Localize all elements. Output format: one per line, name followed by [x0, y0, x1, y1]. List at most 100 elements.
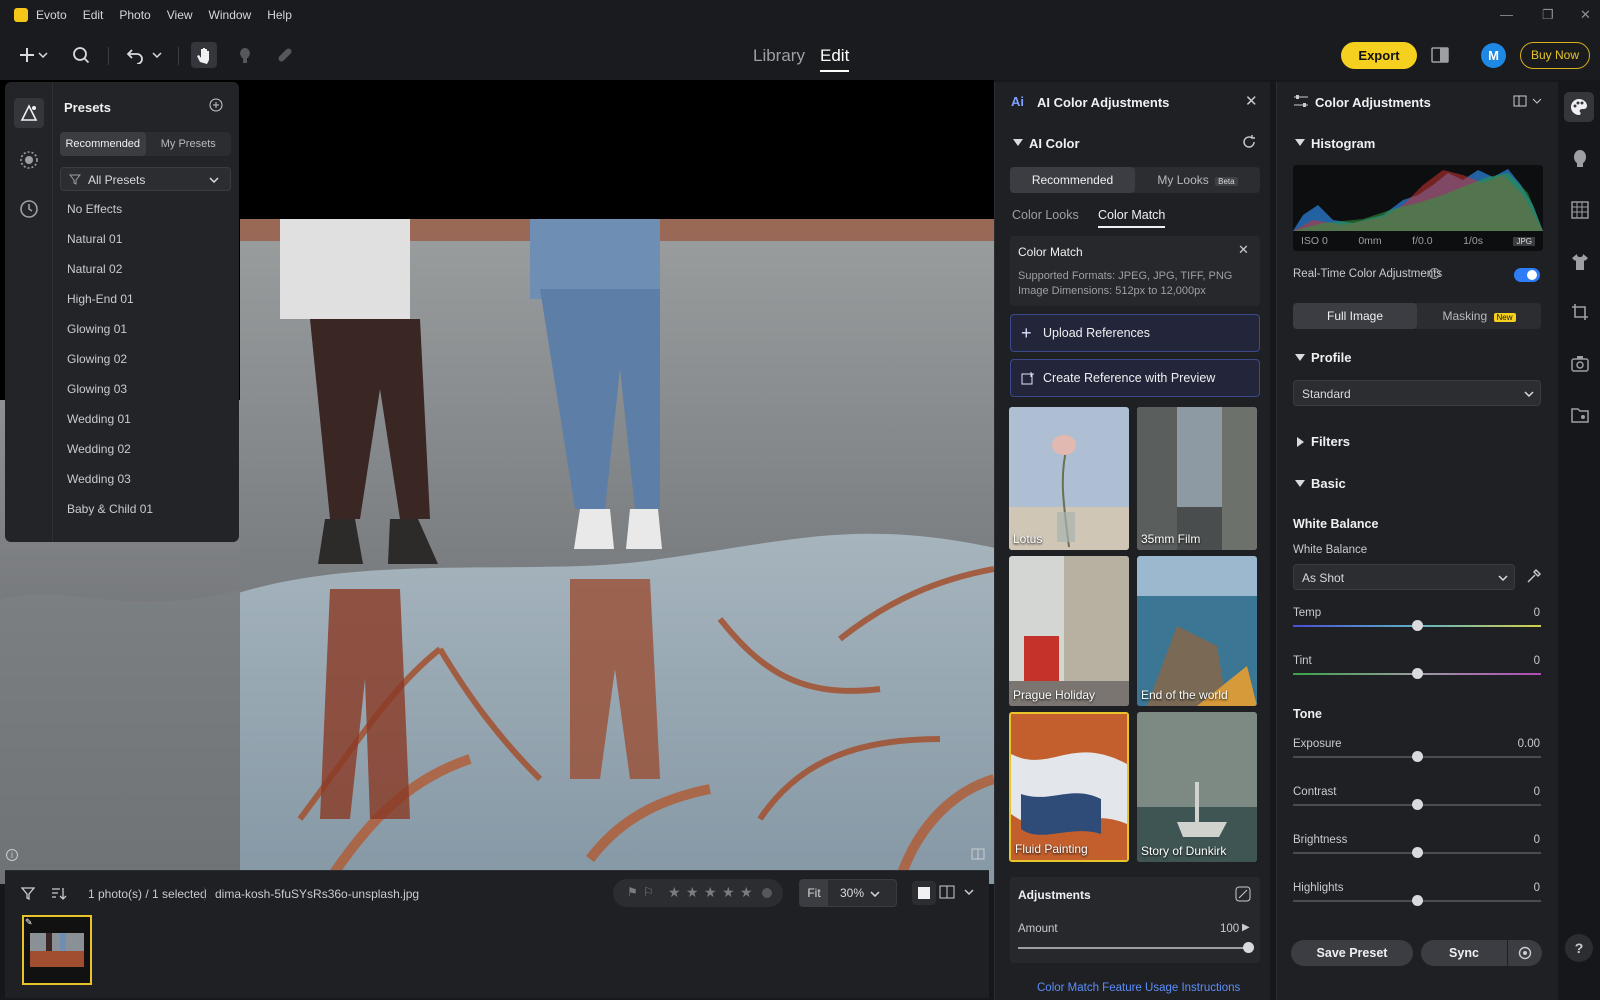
clothing-icon[interactable]	[1571, 253, 1589, 271]
edit-adjustments-icon[interactable]	[1235, 886, 1251, 902]
presets-tab-icon[interactable]	[14, 98, 44, 128]
look-thumb-end-of-the-world[interactable]: End of the world	[1137, 556, 1257, 706]
add-preset-icon[interactable]	[209, 98, 223, 112]
close-window-icon[interactable]: ✕	[1580, 7, 1591, 23]
slider-track[interactable]	[1293, 751, 1541, 762]
face-retouch-icon[interactable]	[1571, 149, 1589, 167]
tab-recommended-presets[interactable]: Recommended	[60, 132, 146, 156]
slider-track[interactable]	[1293, 620, 1541, 631]
info-icon[interactable]: i	[6, 849, 18, 861]
undo-icon[interactable]	[122, 42, 148, 68]
effects-tab-icon[interactable]	[14, 145, 44, 175]
menu-help[interactable]: Help	[267, 8, 292, 22]
slider-knob[interactable]	[1412, 895, 1423, 906]
camera-icon[interactable]	[1571, 355, 1589, 373]
slider-knob[interactable]	[1412, 751, 1423, 762]
zoom-value[interactable]: 30%	[840, 886, 864, 900]
look-thumb-lotus[interactable]: Lotus	[1009, 407, 1129, 550]
star-icon[interactable]: ★	[722, 884, 735, 901]
close-info-icon[interactable]: ✕	[1238, 242, 1249, 258]
eyedropper-icon[interactable]	[1525, 569, 1541, 585]
view-mode-chevron-icon[interactable]	[964, 889, 974, 895]
amount-slider[interactable]	[1018, 942, 1254, 953]
filters-caret-icon[interactable]	[1297, 437, 1304, 447]
tab-my-looks[interactable]: My Looks Beta	[1135, 167, 1260, 193]
panel-layout-icon[interactable]	[1513, 95, 1543, 107]
preset-item[interactable]: Glowing 02	[67, 352, 127, 366]
close-icon[interactable]: ✕	[1245, 92, 1258, 110]
help-button[interactable]: ?	[1565, 934, 1593, 962]
look-thumb-story-of-dunkirk[interactable]: Story of Dunkirk	[1137, 712, 1257, 862]
slider-knob[interactable]	[1412, 847, 1423, 858]
preset-item[interactable]: Wedding 01	[67, 412, 131, 426]
brush-tool-icon[interactable]	[232, 42, 258, 68]
sort-icon[interactable]	[51, 887, 67, 900]
tab-recommended-looks[interactable]: Recommended	[1010, 167, 1135, 193]
avatar[interactable]: M	[1481, 43, 1506, 68]
save-preset-button[interactable]: Save Preset	[1291, 940, 1413, 966]
background-icon[interactable]	[1571, 201, 1589, 219]
tab-masking[interactable]: Masking New	[1417, 303, 1541, 329]
reset-icon[interactable]	[1241, 134, 1257, 150]
slider-knob[interactable]	[1412, 668, 1423, 679]
preset-item[interactable]: Natural 01	[67, 232, 122, 246]
maximize-icon[interactable]: ❐	[1542, 7, 1554, 23]
star-icon[interactable]: ★	[740, 884, 753, 901]
single-view-button[interactable]	[912, 881, 936, 905]
undo-history-chevron-icon[interactable]	[150, 42, 164, 68]
fit-button[interactable]: Fit	[800, 880, 828, 906]
slider-track[interactable]	[1293, 799, 1541, 810]
menu-window[interactable]: Window	[209, 8, 252, 22]
slider-track[interactable]	[1293, 895, 1541, 906]
basic-caret-icon[interactable]	[1295, 480, 1305, 487]
preset-item[interactable]: High-End 01	[67, 292, 134, 306]
split-view-icon[interactable]	[971, 848, 985, 860]
color-label-icon[interactable]	[762, 888, 772, 898]
preset-item[interactable]: Wedding 02	[67, 442, 131, 456]
slider-track[interactable]	[1293, 847, 1541, 858]
chevron-down-icon[interactable]	[870, 891, 880, 897]
help-icon[interactable]: ?	[1429, 268, 1440, 279]
upload-references-button[interactable]: + Upload References	[1010, 314, 1260, 352]
realtime-toggle[interactable]	[1514, 268, 1540, 282]
search-icon[interactable]	[68, 42, 94, 68]
preset-item[interactable]: Glowing 03	[67, 382, 127, 396]
amount-slider-knob[interactable]	[1243, 942, 1254, 953]
preset-item[interactable]: Baby & Child 01	[67, 502, 153, 516]
export-button[interactable]: Export	[1341, 42, 1417, 69]
tab-color-looks[interactable]: Color Looks	[1012, 208, 1079, 222]
preset-item[interactable]: Wedding 03	[67, 472, 131, 486]
history-tab-icon[interactable]	[14, 194, 44, 224]
histogram-caret-icon[interactable]	[1295, 139, 1305, 146]
flag-icon[interactable]: ⚑	[627, 885, 638, 899]
folder-settings-icon[interactable]	[1571, 406, 1589, 424]
star-icon[interactable]: ★	[704, 884, 717, 901]
menu-app-name[interactable]: Evoto	[36, 8, 67, 22]
look-thumb-prague-holiday[interactable]: Prague Holiday	[1009, 556, 1129, 706]
tab-edit[interactable]: Edit	[820, 46, 850, 72]
amount-expand-icon[interactable]: ▶	[1242, 922, 1250, 933]
tab-my-presets[interactable]: My Presets	[146, 132, 232, 156]
tab-full-image[interactable]: Full Image	[1293, 303, 1417, 329]
menu-edit[interactable]: Edit	[83, 8, 104, 22]
preset-item[interactable]: Natural 02	[67, 262, 122, 276]
slider-knob[interactable]	[1412, 799, 1423, 810]
tab-color-match[interactable]: Color Match	[1098, 208, 1166, 228]
profile-caret-icon[interactable]	[1295, 354, 1305, 361]
hand-tool-icon[interactable]	[191, 42, 217, 68]
white-balance-dropdown[interactable]: As Shot	[1293, 564, 1515, 590]
look-thumb-35mm-film[interactable]: 35mm Film	[1137, 407, 1257, 550]
preset-filter-dropdown[interactable]: All Presets	[60, 167, 231, 191]
tab-library[interactable]: Library	[753, 46, 805, 66]
preset-item[interactable]: Glowing 01	[67, 322, 127, 336]
sync-settings-button[interactable]	[1508, 940, 1542, 966]
filter-icon[interactable]	[21, 887, 35, 900]
filmstrip-thumbnail[interactable]: ✎	[22, 915, 92, 985]
compare-icon[interactable]	[1431, 46, 1449, 64]
color-match-instructions-link[interactable]: Color Match Feature Usage Instructions	[1037, 982, 1240, 994]
star-icon[interactable]: ★	[668, 884, 681, 901]
menu-view[interactable]: View	[167, 8, 193, 22]
buy-now-button[interactable]: Buy Now	[1520, 42, 1590, 69]
add-dropdown-chevron-icon[interactable]	[36, 42, 50, 68]
reject-flag-icon[interactable]: ⚐	[643, 885, 654, 899]
